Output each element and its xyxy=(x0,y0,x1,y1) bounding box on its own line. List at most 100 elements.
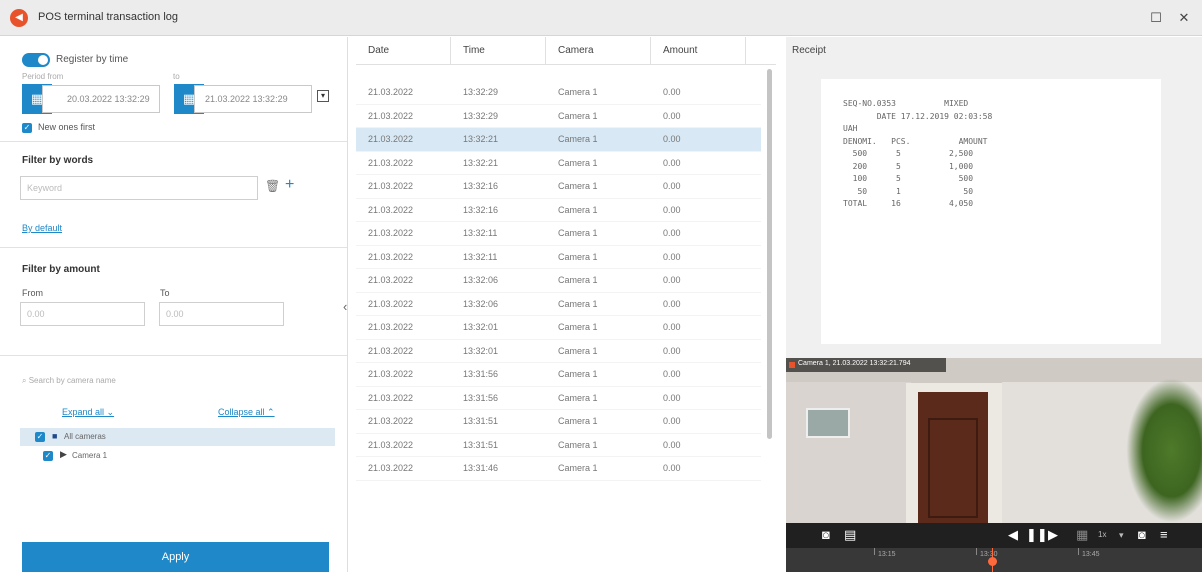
step-forward-icon[interactable]: ▶ xyxy=(1048,527,1058,543)
timeline[interactable]: 13:15 13:30 13:45 xyxy=(786,548,1202,572)
cell-amount: 0.00 xyxy=(663,204,681,215)
table-body: 21.03.2022 13:32:29 Camera 1 0.00 21.03.2022… xyxy=(356,81,761,481)
table-row[interactable]: 21.03.2022 13:32:29 Camera 1 0.00 xyxy=(356,105,761,128)
cell-camera: Camera 1 xyxy=(558,87,598,97)
register-by-time-toggle[interactable] xyxy=(22,53,50,67)
transaction-table: Date Time Camera Amount 21.03.2022 13:32:… xyxy=(356,37,776,572)
cell-amount: 0.00 xyxy=(663,251,681,262)
table-row[interactable]: 21.03.2022 13:32:06 Camera 1 0.00 xyxy=(356,269,761,293)
cell-date: 21.03.2022 xyxy=(368,369,414,379)
cell-amount: 0.00 xyxy=(663,345,681,356)
cell-amount: 0.00 xyxy=(663,416,681,426)
cell-amount: 0.00 xyxy=(663,228,681,238)
table-row[interactable]: 21.03.2022 13:32:29 Camera 1 0.00 xyxy=(356,81,761,105)
cell-time: 13:31:51 xyxy=(463,416,499,426)
calendar-icon[interactable]: ▦ xyxy=(1076,527,1088,543)
cell-camera: Camera 1 xyxy=(558,439,598,450)
cell-time: 13:32:21 xyxy=(463,157,499,168)
print-icon[interactable]: ▤ xyxy=(844,527,856,543)
speed-select[interactable]: 1x xyxy=(1098,527,1106,543)
cell-date: 21.03.2022 xyxy=(368,275,414,285)
amount-to-input[interactable]: 0.00 xyxy=(159,302,284,326)
column-header-camera[interactable]: Camera xyxy=(546,37,651,65)
table-row[interactable]: 21.03.2022 13:31:56 Camera 1 0.00 xyxy=(356,387,761,410)
new-ones-first-checkbox[interactable]: ✓ xyxy=(22,123,32,133)
column-header-time[interactable]: Time xyxy=(451,37,546,65)
cell-date: 21.03.2022 xyxy=(368,322,414,332)
cell-date: 21.03.2022 xyxy=(368,439,414,450)
player-controls: ◙ ▤ ◀ ❚❚ ▶ ▦ 1x ▾ ◙ ≡ xyxy=(786,523,1202,548)
column-header-date[interactable]: Date xyxy=(356,37,451,65)
camera-scene-plant xyxy=(1126,378,1202,523)
table-scrollbar[interactable] xyxy=(767,69,772,439)
divider xyxy=(0,247,347,248)
cell-amount: 0.00 xyxy=(663,181,681,191)
table-row[interactable]: 21.03.2022 13:32:01 Camera 1 0.00 xyxy=(356,316,761,340)
cell-camera: Camera 1 xyxy=(558,251,598,262)
speed-dropdown-icon[interactable]: ▾ xyxy=(1119,527,1124,543)
collapse-all-link[interactable]: Collapse all ⌃ xyxy=(218,407,275,418)
table-row[interactable]: 21.03.2022 13:31:46 Camera 1 0.00 xyxy=(356,457,761,481)
calendar-dropdown-icon[interactable]: ▾ xyxy=(317,90,329,102)
pause-icon[interactable]: ❚❚ xyxy=(1026,527,1048,543)
cell-camera: Camera 1 xyxy=(558,322,598,332)
apply-button[interactable]: Apply xyxy=(22,542,329,572)
cell-camera: Camera 1 xyxy=(558,110,598,121)
new-ones-first-label: New ones first xyxy=(38,122,96,132)
add-icon[interactable]: + xyxy=(285,176,294,194)
table-row[interactable]: 21.03.2022 13:31:56 Camera 1 0.00 xyxy=(356,363,761,387)
table-row[interactable]: 21.03.2022 13:31:51 Camera 1 0.00 xyxy=(356,410,761,434)
table-row[interactable]: 21.03.2022 13:32:21 Camera 1 0.00 xyxy=(356,152,761,175)
maximize-button[interactable]: ☐ xyxy=(1146,8,1166,28)
close-button[interactable]: ✕ xyxy=(1174,8,1194,28)
timeline-tick xyxy=(874,548,875,555)
table-row[interactable]: 21.03.2022 13:31:51 Camera 1 0.00 xyxy=(356,434,761,457)
tree-item-camera-1[interactable]: Camera 1 xyxy=(72,451,107,460)
date-from-field[interactable]: 20.03.2022 13:32:29 xyxy=(42,85,160,113)
cell-date: 21.03.2022 xyxy=(368,228,414,238)
timeline-tick xyxy=(1078,548,1079,555)
table-row[interactable]: 21.03.2022 13:32:11 Camera 1 0.00 xyxy=(356,246,761,269)
date-to-field[interactable]: 21.03.2022 13:32:29 xyxy=(194,85,312,113)
by-default-link[interactable]: By default xyxy=(22,223,62,233)
column-header-amount[interactable]: Amount xyxy=(651,37,746,65)
table-row[interactable]: 21.03.2022 13:32:16 Camera 1 0.00 xyxy=(356,175,761,199)
camera-1-checkbox[interactable]: ✓ xyxy=(43,451,53,461)
timeline-cursor-knob[interactable] xyxy=(988,557,997,566)
timeline-label: 13:15 xyxy=(878,551,896,558)
all-cameras-checkbox[interactable]: ✓ xyxy=(35,432,45,442)
table-row[interactable]: 21.03.2022 13:32:11 Camera 1 0.00 xyxy=(356,222,761,246)
camera-search-input[interactable]: ⌕ Search by camera name xyxy=(22,376,116,386)
table-row[interactable]: 21.03.2022 13:32:06 Camera 1 0.00 xyxy=(356,293,761,316)
expand-all-link[interactable]: Expand all ⌄ xyxy=(62,407,114,418)
export-icon[interactable]: ◙ xyxy=(1138,527,1146,543)
amount-from-input[interactable]: 0.00 xyxy=(20,302,145,326)
table-row[interactable]: 21.03.2022 13:32:01 Camera 1 0.00 xyxy=(356,340,761,363)
table-row[interactable]: 21.03.2022 13:32:21 Camera 1 0.00 xyxy=(356,128,761,152)
cell-amount: 0.00 xyxy=(663,369,681,379)
cell-time: 13:32:11 xyxy=(463,228,498,238)
cell-time: 13:32:01 xyxy=(463,345,499,356)
video-player: Camera 1, 21.03.2022 13:32:21.794 ◙ ▤ ◀ … xyxy=(786,358,1202,572)
cell-time: 13:32:16 xyxy=(463,181,499,191)
cell-date: 21.03.2022 xyxy=(368,157,414,168)
delete-icon[interactable]: 🗑 xyxy=(265,179,280,193)
cell-amount: 0.00 xyxy=(663,298,681,309)
cell-date: 21.03.2022 xyxy=(368,251,414,262)
cell-camera: Camera 1 xyxy=(558,463,598,473)
table-row[interactable]: 21.03.2022 13:32:16 Camera 1 0.00 xyxy=(356,199,761,222)
receipt-line: 100 5 500 xyxy=(843,174,974,183)
keyword-input[interactable]: Keyword xyxy=(20,176,258,200)
snapshot-icon[interactable]: ◙ xyxy=(822,527,830,543)
cell-amount: 0.00 xyxy=(663,157,681,168)
cell-camera: Camera 1 xyxy=(558,134,598,144)
register-by-time-label: Register by time xyxy=(56,54,129,65)
cell-camera: Camera 1 xyxy=(558,392,598,403)
cell-time: 13:31:46 xyxy=(463,463,499,473)
cell-date: 21.03.2022 xyxy=(368,298,414,309)
menu-icon[interactable]: ≡ xyxy=(1160,527,1168,543)
collapse-panel-icon[interactable]: ‹ xyxy=(343,299,347,314)
camera-scene-door-panel xyxy=(928,418,978,518)
camera-icon: ▶ xyxy=(60,449,67,459)
step-back-icon[interactable]: ◀ xyxy=(1008,527,1018,543)
